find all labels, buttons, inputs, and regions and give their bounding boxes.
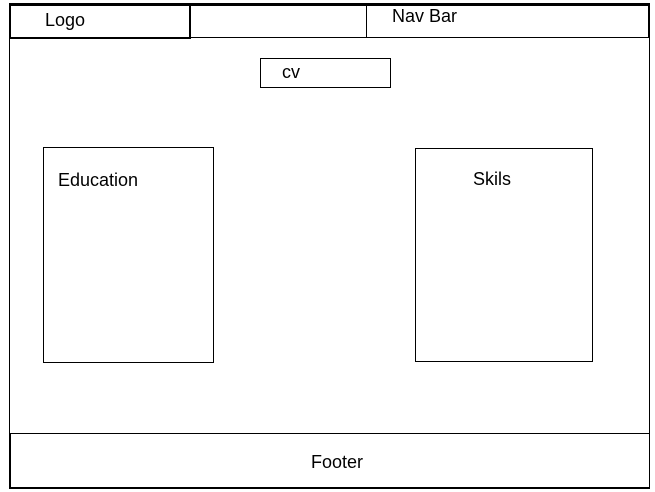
footer-label: Footer (311, 452, 364, 472)
logo-label: Logo (45, 10, 86, 30)
navbar-label: Nav Bar (392, 6, 458, 26)
cv-label: cv (282, 62, 300, 82)
education-label: Education (58, 170, 139, 190)
logo-placeholder (9, 3, 191, 39)
nav-divider (366, 4, 367, 38)
skills-label: Skils (473, 169, 512, 189)
cv-box (260, 58, 391, 88)
